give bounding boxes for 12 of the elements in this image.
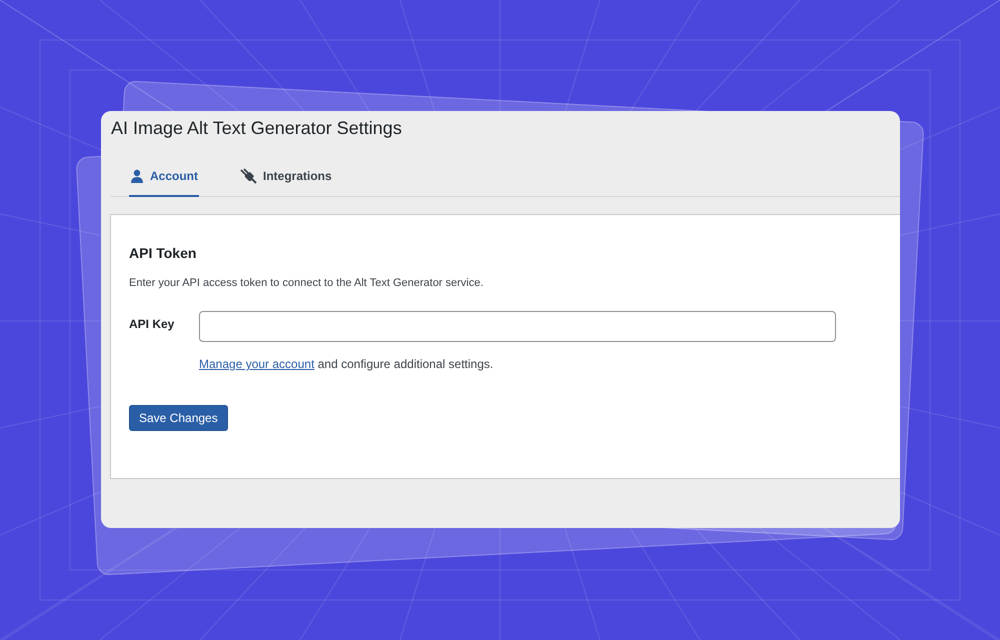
tab[interactable]: Account xyxy=(129,160,199,197)
user-icon xyxy=(130,169,144,183)
field-label: API Key xyxy=(129,316,176,333)
tab[interactable]: Integrations xyxy=(239,160,333,197)
input-field[interactable] xyxy=(199,311,836,342)
save-button[interactable]: Save Changes xyxy=(129,405,228,431)
window-title: AI Image Alt Text Generator Settings xyxy=(111,118,402,139)
plug-icon xyxy=(240,168,257,184)
help-text: Manage your account and configure additional settings. xyxy=(199,357,494,371)
account-link[interactable]: Manage your account xyxy=(199,357,314,371)
section-description: Enter your API access token to connect to the Alt Text Generator service. xyxy=(129,277,484,289)
section-title: API Token xyxy=(129,245,196,261)
